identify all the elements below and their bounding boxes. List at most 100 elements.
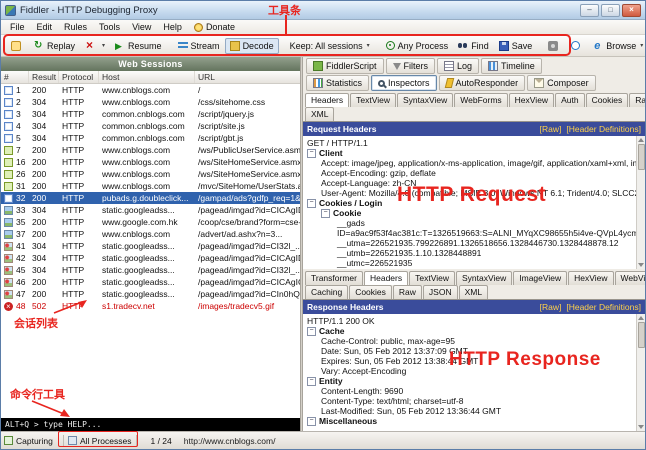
header-tree-line[interactable]: Cookie [303, 208, 645, 218]
response-inspector-tab[interactable]: TextView [409, 271, 455, 285]
scroll-up-arrow[interactable] [638, 316, 644, 320]
request-inspector-tab[interactable]: HexView [508, 93, 555, 107]
menu-item[interactable]: Help [157, 21, 188, 33]
main-tab[interactable]: Filters [385, 58, 436, 74]
session-row[interactable]: 42 304 HTTP static.googleadss... /pagead… [1, 252, 300, 264]
response-inspector-tab[interactable]: HexView [568, 271, 614, 285]
header-tree-line[interactable]: __gads [303, 218, 645, 228]
session-row[interactable]: 16 200 HTTP www.cnblogs.com /ws/SiteHome… [1, 156, 300, 168]
header-definitions-link[interactable]: [Header Definitions] [566, 124, 641, 134]
header-tree-line[interactable]: Cookies / Login [303, 198, 645, 208]
col-header-number[interactable]: # [1, 71, 29, 83]
col-header-url[interactable]: URL [195, 71, 300, 83]
session-row[interactable]: 4 304 HTTP common.cnblogs.com /script/si… [1, 120, 300, 132]
session-row[interactable]: 32 200 HTTP pubads.g.doubleclick... /gam… [1, 192, 300, 204]
header-tree-line[interactable]: HTTP/1.1 200 OK [303, 316, 645, 326]
header-tree-line[interactable]: Client [303, 148, 645, 158]
session-row[interactable]: 2 304 HTTP www.cnblogs.com /css/sitehome… [1, 96, 300, 108]
response-inspector-tab[interactable]: Caching [305, 285, 349, 299]
response-inspector-tab[interactable]: XML [458, 285, 489, 299]
header-tree-line[interactable]: Vary: Accept-Encoding [303, 366, 645, 376]
menu-item[interactable]: File [4, 21, 31, 33]
main-tab[interactable]: Composer [527, 75, 596, 91]
response-inspector-tab[interactable]: Headers [363, 271, 409, 285]
header-tree-line[interactable]: Cache [303, 326, 645, 336]
session-row[interactable]: 45 304 HTTP static.googleadss... /pagead… [1, 264, 300, 276]
request-inspector-tab[interactable]: WebForms [454, 93, 508, 107]
response-inspector-tab[interactable]: WebView [614, 271, 645, 285]
header-tree-line[interactable]: Content-Length: 9690 [303, 386, 645, 396]
session-row[interactable]: 3 304 HTTP common.cnblogs.com /script/jq… [1, 108, 300, 120]
scroll-thumb[interactable] [637, 322, 645, 348]
toolbar-button[interactable]: Browse [588, 38, 645, 54]
session-row[interactable]: 1 200 HTTP www.cnblogs.com / [1, 84, 300, 96]
header-tree-line[interactable]: __utmc=226521935 [303, 258, 645, 268]
close-button[interactable] [622, 3, 641, 17]
menu-item[interactable]: Tools [93, 21, 126, 33]
scroll-down-arrow[interactable] [638, 425, 644, 429]
header-tree-line[interactable]: Date: Sun, 05 Feb 2012 13:37:09 GMT [303, 346, 645, 356]
request-inspector-tab[interactable]: Headers [305, 93, 350, 107]
title-bar[interactable]: Fiddler - HTTP Debugging Proxy [1, 1, 645, 20]
session-row[interactable]: 46 200 HTTP static.googleadss... /pagead… [1, 276, 300, 288]
header-tree-line[interactable]: __utma=226521935.799226891.1326518656.13… [303, 238, 645, 248]
session-row[interactable]: 7 200 HTTP www.cnblogs.com /ws/PublicUse… [1, 144, 300, 156]
toolbar-button[interactable] [80, 38, 110, 54]
menu-item[interactable]: View [126, 21, 157, 33]
header-tree-line[interactable]: Cache-Control: public, max-age=95 [303, 336, 645, 346]
header-tree-line[interactable]: Miscellaneous [303, 416, 645, 426]
response-inspector-tab[interactable]: ImageView [513, 271, 568, 285]
response-scrollbar[interactable] [636, 314, 645, 431]
toolbar-button[interactable]: Stream [173, 38, 225, 54]
header-tree-line[interactable]: Content-Type: text/html; charset=utf-8 [303, 396, 645, 406]
request-inspector-tab[interactable]: Cookies [585, 93, 629, 107]
raw-link[interactable]: [Raw] [540, 124, 562, 134]
session-row[interactable]: 5 304 HTTP common.cnblogs.com /script/gb… [1, 132, 300, 144]
header-tree-line[interactable]: __utmb=226521935.1.10.1328448891 [303, 248, 645, 258]
toolbar-button[interactable] [543, 38, 566, 54]
menu-item[interactable]: Rules [58, 21, 93, 33]
request-inspector-tab[interactable]: TextView [350, 93, 396, 107]
request-inspector-tab[interactable]: Auth [555, 93, 585, 107]
session-row[interactable]: 37 200 HTTP www.cnblogs.com /advert/ad.a… [1, 228, 300, 240]
request-inspector-tab[interactable]: XML [305, 107, 335, 121]
scroll-down-arrow[interactable] [638, 263, 644, 267]
response-inspector-tab[interactable]: SyntaxView [455, 271, 513, 285]
request-inspector-tab[interactable]: SyntaxView [397, 93, 454, 107]
toolbar-button[interactable]: Replay [29, 38, 80, 54]
session-row[interactable]: 31 200 HTTP www.cnblogs.com /mvc/SiteHom… [1, 180, 300, 192]
maximize-button[interactable] [601, 3, 620, 17]
main-tab[interactable]: FiddlerScript [306, 58, 384, 74]
toolbar-button[interactable] [6, 38, 29, 54]
toolbar-button[interactable]: Any Process [381, 38, 454, 54]
header-tree-line[interactable]: Accept-Encoding: gzip, deflate [303, 168, 645, 178]
header-tree-line[interactable]: Expires: Sun, 05 Feb 2012 13:38:44 GMT [303, 356, 645, 366]
toolbar-button[interactable]: Find [453, 38, 494, 54]
header-tree-line[interactable]: GET / HTTP/1.1 [303, 138, 645, 148]
header-tree-line[interactable]: ID=a9ac9f53f4ac381c:T=1326519663:S=ALNI_… [303, 228, 645, 238]
response-inspector-tab[interactable]: Raw [392, 285, 422, 299]
main-tab[interactable]: Timeline [481, 58, 542, 74]
minimize-button[interactable] [580, 3, 599, 17]
quickexec-input[interactable]: ALT+Q > type HELP... [1, 418, 300, 431]
col-header-protocol[interactable]: Protocol [59, 71, 99, 83]
menu-item[interactable]: Donate [188, 21, 241, 33]
menu-item[interactable]: Edit [31, 21, 59, 33]
col-header-result[interactable]: Result [29, 71, 59, 83]
session-row[interactable]: 47 200 HTTP static.googleadss... /pagead… [1, 288, 300, 300]
session-row[interactable]: 41 304 HTTP static.googleadss... /pagead… [1, 240, 300, 252]
process-filter[interactable]: All Processes [68, 436, 132, 446]
session-row[interactable]: 48 502 HTTP s1.tradecv.net /images/trade… [1, 300, 300, 312]
toolbar-button[interactable]: Resume [110, 38, 167, 54]
session-row[interactable]: 26 200 HTTP www.cnblogs.com /ws/SiteHome… [1, 168, 300, 180]
response-inspector-tab[interactable]: Transformer [305, 271, 363, 285]
raw-link[interactable]: [Raw] [540, 302, 562, 312]
header-tree-line[interactable]: Accept-Language: zh-CN [303, 178, 645, 188]
toolbar-button[interactable]: Save [494, 38, 538, 54]
response-inspector-tab[interactable]: Cookies [349, 285, 392, 299]
toolbar-button[interactable]: Keep: All sessions [285, 38, 375, 54]
header-tree-line[interactable]: Last-Modified: Sun, 05 Feb 2012 13:36:44… [303, 406, 645, 416]
scroll-thumb[interactable] [637, 144, 645, 170]
main-tab[interactable]: Statistics [306, 75, 370, 91]
response-inspector-tab[interactable]: JSON [422, 285, 458, 299]
